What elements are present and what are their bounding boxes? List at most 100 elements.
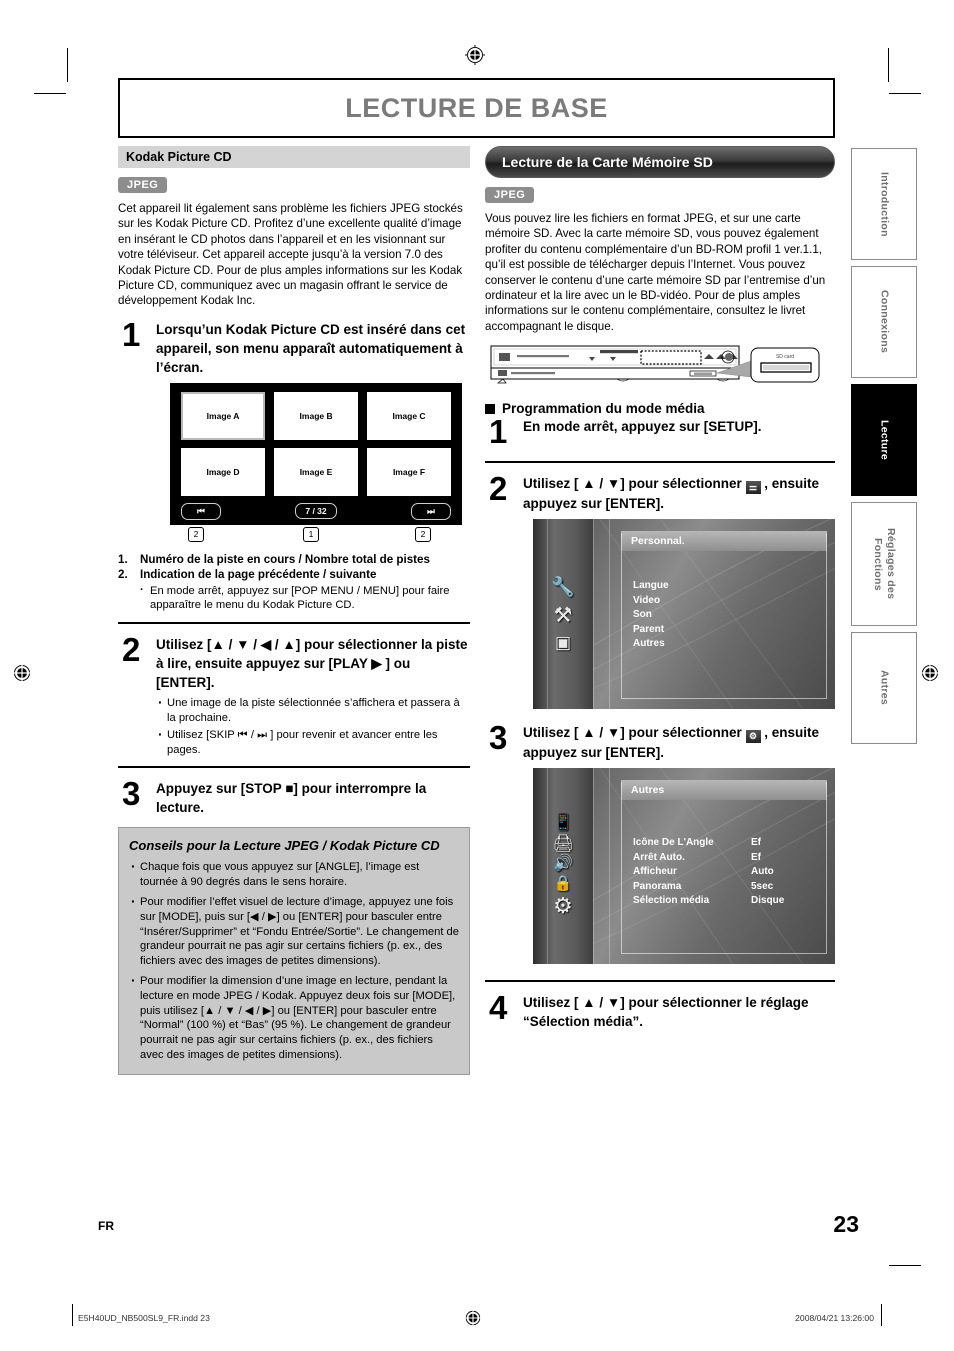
player-device-illustration: SD card — [485, 343, 835, 391]
remote-icon[interactable]: 📱 — [553, 815, 573, 831]
wrench-icon[interactable]: 🔧 — [551, 578, 575, 597]
crop-mark-right-h — [889, 93, 921, 94]
side-tab-reglages-des-fonctions[interactable]: Réglages des Fonctions — [851, 502, 917, 626]
skip-next-icon[interactable]: ⏭ — [411, 502, 451, 520]
section-heading-kodak: Kodak Picture CD — [118, 146, 470, 168]
osd-menu-item-label: Parent — [633, 623, 665, 635]
osd-setting-row[interactable]: Icône De L'Angle Ef — [633, 836, 825, 851]
step-2r-title: Utilisez [ ▲ / ▼] pour sélectionner ⚌ , … — [523, 474, 835, 513]
step-3r-title: Utilisez [ ▲ / ▼] pour sélectionner ⚙ , … — [523, 723, 835, 762]
side-tab-label: Connexions — [878, 290, 891, 354]
osd-setting-row[interactable]: Panorama 5sec — [633, 880, 825, 895]
footer-file-info: E5H40UD_NB500SL9_FR.indd 23 — [78, 1313, 210, 1323]
side-tab-connexions[interactable]: Connexions — [851, 266, 917, 378]
thumbnail-cell[interactable]: Image F — [367, 447, 451, 496]
subsection-heading-text: Programmation du mode média — [502, 401, 705, 417]
step-2-right: 2 Utilisez [ ▲ / ▼] pour sélectionner ⚌ … — [485, 470, 835, 513]
osd-menu-item-label: Langue — [633, 580, 669, 592]
display-icon[interactable]: 🖨 — [552, 835, 574, 852]
step-1-left: 1 Lorsqu’un Kodak Picture CD est inséré … — [118, 318, 470, 377]
step-3-left: 3 Appuyez sur [STOP ■] pour interrompre … — [118, 775, 470, 817]
legend-text: Indication de la page précédente / suiva… — [140, 568, 377, 582]
square-bullet-icon — [485, 403, 495, 414]
step-1-title: Lorsqu’un Kodak Picture CD est inséré da… — [156, 321, 466, 375]
step-1r-number: 1 — [489, 413, 508, 451]
osd-settings-rows: Icône De L'Angle Ef Arrêt Auto. Ef Affic… — [633, 836, 825, 909]
osd-setting-key: Icône De L'Angle — [633, 837, 714, 849]
step-2r-number: 2 — [489, 470, 508, 508]
crop-mark-bottom-right-h — [889, 1265, 921, 1266]
thumbnail-cell[interactable]: Image A — [181, 391, 266, 440]
thumbnail-cell[interactable]: Image B — [274, 391, 359, 440]
footer-timestamp: 2008/04/21 13:26:00 — [795, 1313, 874, 1323]
registration-mark-left — [12, 663, 32, 683]
step-2-title: Utilisez [▲ / ▼ / ◀ / ▲] pour sélectionn… — [156, 637, 468, 691]
skip-previous-icon[interactable]: ⏮ — [181, 502, 221, 520]
osd-divider-line — [609, 519, 610, 710]
osd-setting-value: Disque — [751, 895, 785, 907]
osd-setting-row[interactable]: Arrêt Auto. Ef — [633, 851, 825, 866]
page-banner: LECTURE DE BASE — [118, 78, 835, 138]
media-icon[interactable]: ▣ — [555, 634, 571, 651]
osd-setting-value: Ef — [751, 837, 761, 849]
crop-mark-left-h — [34, 93, 66, 94]
thumbnail-cell[interactable]: Image D — [181, 447, 265, 496]
registration-mark-top — [465, 45, 485, 65]
callout-marker: 2 — [415, 526, 431, 542]
osd-menu-item[interactable]: Video — [633, 594, 825, 609]
osd-setting-row[interactable]: Afficheur Auto — [633, 865, 825, 880]
crop-mark-top-right-v — [888, 48, 889, 82]
osd-setting-row[interactable]: Sélection média Disque — [633, 894, 825, 909]
speaker-icon[interactable]: 🔊 — [553, 856, 573, 872]
step-3-right: 3 Utilisez [ ▲ / ▼] pour sélectionner ⚙ … — [485, 721, 835, 762]
osd-menu-item-label: Son — [633, 609, 652, 621]
osd-menu-item[interactable]: Langue — [633, 579, 825, 594]
lock-icon[interactable]: 🔒 — [554, 876, 573, 891]
tools-icon[interactable]: ⚒ — [554, 605, 573, 626]
osd-menu-items: Langue Video Son Parent Autres — [633, 579, 825, 652]
osd-setting-value: 5sec — [751, 880, 774, 892]
side-tab-label: Réglages des Fonctions — [872, 528, 897, 600]
step-3-title: Appuyez sur [STOP ■] pour interrompre la… — [156, 781, 427, 816]
language-code: FR — [98, 1219, 114, 1233]
tips-box: Conseils pour la Lecture JPEG / Kodak Pi… — [118, 827, 470, 1075]
thumbnail-cell[interactable]: Image C — [367, 391, 451, 440]
gears-icon-inline: ⚙ — [745, 730, 761, 744]
step-1r-title: En mode arrêt, appuyez sur [SETUP]. — [523, 419, 762, 435]
tips-item: Pour modifier la dimension d’une image e… — [129, 973, 459, 1063]
jpeg-badge-right: JPEG — [485, 187, 535, 203]
side-tab-lecture[interactable]: Lecture — [851, 384, 917, 496]
osd-icon-column: 📱 🖨 🔊 🔒 ⚙ — [533, 768, 593, 964]
osd-setting-key: Afficheur — [633, 866, 677, 878]
legend-text: Numéro de la piste en cours / Nombre tot… — [140, 552, 430, 566]
osd-menu-item[interactable]: Autres — [633, 637, 825, 652]
thumbnail-cell[interactable]: Image E — [274, 447, 358, 496]
osd-setting-key: Sélection média — [633, 895, 710, 907]
gears-icon[interactable]: ⚙ — [553, 895, 573, 917]
side-tab-introduction[interactable]: Introduction — [851, 148, 917, 260]
step-1-right: 1 En mode arrêt, appuyez sur [SETUP]. — [485, 413, 835, 451]
osd-icon-column: 🔧 ⚒ ▣ — [533, 519, 593, 709]
sd-intro-paragraph: Vous pouvez lire les fichiers en format … — [485, 212, 826, 333]
side-tab-autres[interactable]: Autres — [851, 632, 917, 744]
tools-icon-inline: ⚌ — [745, 481, 761, 495]
registration-mark-right — [920, 663, 940, 683]
legend-item-1: 1. Numéro de la piste en cours / Nombre … — [118, 552, 470, 568]
step-3-number: 3 — [122, 775, 141, 813]
osd-menu-item[interactable]: Son — [633, 608, 825, 623]
legend-list: 1. Numéro de la piste en cours / Nombre … — [118, 552, 470, 613]
divider — [485, 461, 835, 464]
callout-marker: 1 — [303, 526, 319, 542]
osd-menu-item[interactable]: Parent — [633, 623, 825, 638]
step-4r-title: Utilisez [ ▲ / ▼] pour sélectionner le r… — [523, 995, 809, 1030]
thumbnail-row-2: Image D Image E Image F — [181, 447, 451, 496]
osd-setting-value: Ef — [751, 851, 761, 863]
side-tab-label: Autres — [878, 670, 891, 706]
osd-setting-value: Auto — [751, 866, 774, 878]
osd-setting-key: Panorama — [633, 880, 682, 892]
tips-item: Chaque fois que vous appuyez sur [ANGLE]… — [129, 859, 459, 890]
step-2-bullet: Utilisez [SKIP ⏮ / ⏭ ] pour revenir et a… — [156, 727, 470, 757]
step-2-bullet: Une image de la piste sélectionnée s’aff… — [156, 695, 470, 725]
footer-bar-right — [881, 1304, 882, 1326]
registration-mark-bottom — [464, 1309, 482, 1332]
